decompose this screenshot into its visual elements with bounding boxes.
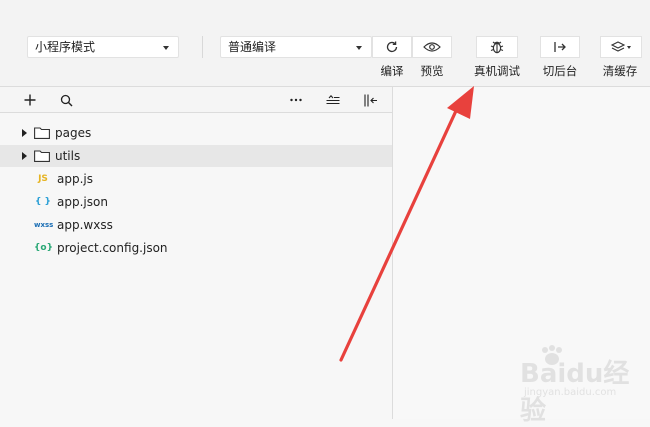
watermark-subtext: jingyan.baidu.com xyxy=(524,387,617,398)
watermark-logo: Baidu经验 jingyan.baidu.com xyxy=(500,345,640,426)
